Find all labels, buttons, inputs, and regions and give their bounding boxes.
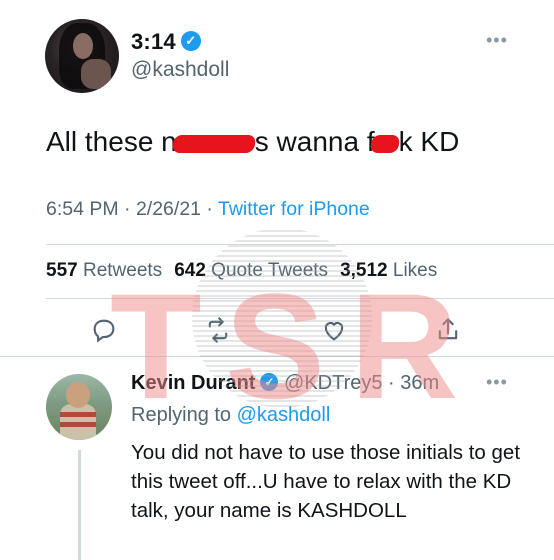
reply-icon[interactable] xyxy=(90,316,118,344)
watermark-letter: R xyxy=(350,262,458,430)
source-link[interactable]: Twitter for iPhone xyxy=(218,198,370,220)
tweet-text: All these ns wanna fk KD xyxy=(46,126,460,157)
handle[interactable]: @kashdoll xyxy=(131,58,229,82)
more-options-icon[interactable]: ••• xyxy=(486,30,508,51)
divider xyxy=(46,244,554,245)
thread-line xyxy=(78,450,81,560)
redaction-mark xyxy=(369,134,400,153)
quotes-stat[interactable]: 642 Quote Tweets xyxy=(174,260,328,281)
mention-link[interactable]: @kashdoll xyxy=(237,404,331,426)
divider xyxy=(46,298,554,299)
avatar[interactable] xyxy=(45,19,119,93)
verified-badge-icon: ✓ xyxy=(180,31,201,52)
reply-author[interactable]: Kevin Durant ✓ @KDTrey5 · 36m xyxy=(131,372,439,395)
display-name[interactable]: 3:14 ✓ xyxy=(131,29,201,55)
reply-text: You did not have to use those initials t… xyxy=(131,441,521,522)
retweets-stat[interactable]: 557 Retweets xyxy=(46,260,162,281)
heart-icon[interactable] xyxy=(320,316,348,344)
avatar[interactable] xyxy=(46,374,112,440)
divider xyxy=(0,356,554,357)
likes-stat[interactable]: 3,512 Likes xyxy=(340,260,437,281)
tweet-meta: 6:54 PM · 2/26/21 · Twitter for iPhone xyxy=(46,198,370,220)
more-options-icon[interactable]: ••• xyxy=(486,372,508,393)
reply-handle-time: @KDTrey5 · 36m xyxy=(284,372,440,394)
tweet-stats: 557 Retweets 642 Quote Tweets 3,512 Likes xyxy=(46,260,437,282)
replying-to: Replying to @kashdoll xyxy=(131,404,331,426)
verified-badge-icon: ✓ xyxy=(260,372,279,391)
redaction-mark xyxy=(171,134,257,153)
retweet-icon[interactable] xyxy=(204,316,232,344)
share-icon[interactable] xyxy=(434,316,462,344)
